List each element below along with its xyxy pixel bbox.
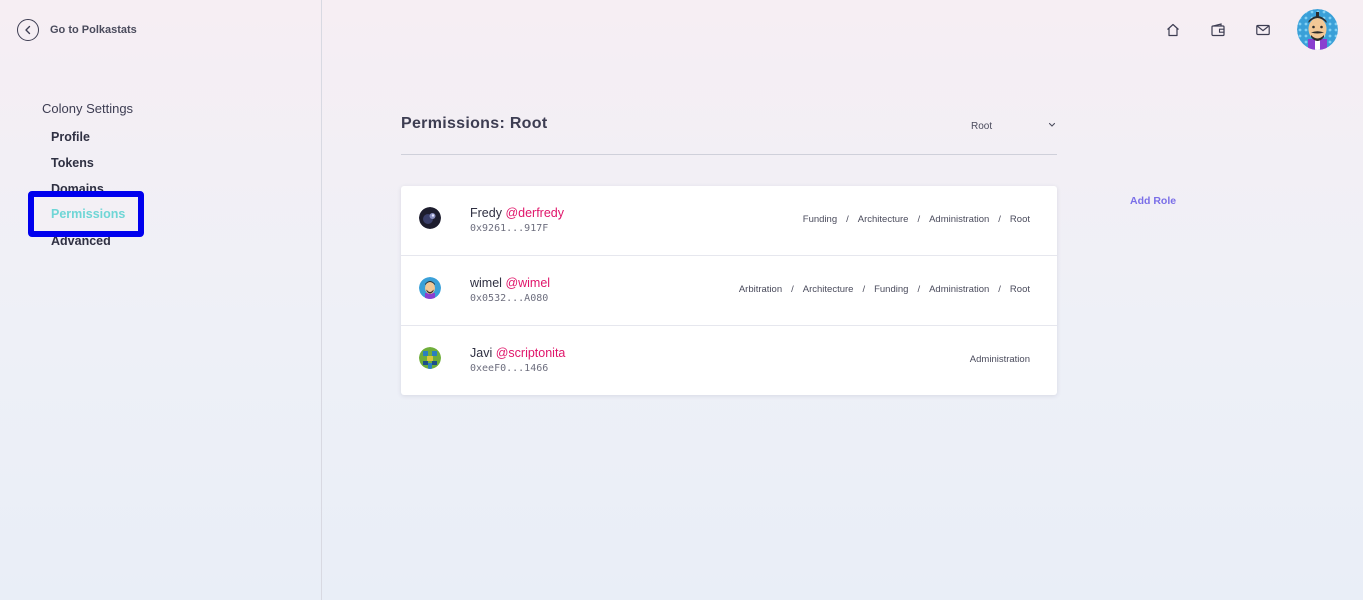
role-label: Administration — [969, 354, 1030, 365]
role-label: Root — [1009, 214, 1030, 225]
user-display-name: Fredy — [470, 206, 502, 220]
permissions-user-list: Fredy @derfredy 0x9261...917F Funding / … — [401, 186, 1057, 395]
domain-select[interactable]: Root — [971, 118, 1057, 134]
user-avatar-wimel — [419, 277, 441, 299]
domain-select-value: Root — [971, 120, 993, 132]
user-roles: Arbitration / Architecture / Funding / A… — [739, 284, 1030, 295]
wallet-icon[interactable] — [1209, 21, 1227, 39]
title-divider — [401, 154, 1057, 155]
role-label: Administration — [929, 284, 990, 295]
nav-item-profile[interactable]: Profile — [51, 129, 125, 155]
nav-item-tokens[interactable]: Tokens — [51, 155, 125, 181]
back-arrow-icon — [17, 19, 39, 41]
role-separator: / — [998, 284, 1001, 295]
user-row-wimel[interactable]: wimel @wimel 0x0532...A080 Arbitration /… — [401, 256, 1057, 326]
user-row-fredy[interactable]: Fredy @derfredy 0x9261...917F Funding / … — [401, 186, 1057, 256]
user-handle[interactable]: @scriptonita — [496, 346, 566, 360]
back-link-label: Go to Polkastats — [50, 24, 137, 36]
colony-settings-heading: Colony Settings — [42, 101, 134, 116]
sidebar: Go to Polkastats Colony Settings Profile… — [0, 0, 322, 600]
user-roles: Funding / Architecture / Administration … — [803, 214, 1030, 225]
role-separator: / — [791, 284, 794, 295]
user-name-line: wimel @wimel — [470, 276, 550, 290]
role-separator: / — [917, 214, 921, 225]
home-icon[interactable] — [1164, 21, 1182, 39]
role-label: Architecture — [857, 214, 909, 225]
chevron-down-icon — [1047, 117, 1057, 135]
user-name-line: Javi @scriptonita — [470, 346, 565, 360]
user-display-name: wimel — [470, 276, 502, 290]
role-separator: / — [998, 214, 1001, 225]
user-address: 0xeeF0...1466 — [470, 363, 549, 374]
role-label: Funding — [874, 284, 909, 295]
user-avatar-javi — [419, 347, 441, 369]
add-role-button[interactable]: Add Role — [1130, 195, 1176, 207]
user-handle[interactable]: @derfredy — [505, 206, 564, 220]
role-label: Root — [1009, 284, 1030, 295]
user-display-name: Javi — [470, 346, 493, 360]
role-label: Architecture — [802, 284, 854, 295]
user-name-line: Fredy @derfredy — [470, 206, 564, 220]
role-label: Arbitration — [738, 284, 783, 295]
user-address: 0x0532...A080 — [470, 293, 549, 304]
role-separator: / — [862, 284, 866, 295]
user-roles: Administration — [970, 354, 1030, 365]
role-label: Funding — [802, 214, 838, 225]
user-avatar-fredy — [419, 207, 441, 229]
user-avatar[interactable] — [1297, 9, 1338, 50]
user-handle[interactable]: @wimel — [505, 276, 550, 290]
role-separator: / — [917, 284, 921, 295]
back-to-colony-link[interactable]: Go to Polkastats — [17, 19, 137, 41]
permissions-highlight-box[interactable]: Permissions — [28, 191, 144, 237]
highlighted-permissions-label: Permissions — [51, 207, 126, 221]
role-label: Administration — [929, 214, 990, 225]
page-title: Permissions: Root — [401, 115, 548, 132]
role-separator: / — [846, 214, 849, 225]
user-row-javi[interactable]: Javi @scriptonita 0xeeF0...1466 Administ… — [401, 326, 1057, 395]
inbox-icon[interactable] — [1254, 21, 1272, 39]
user-address: 0x9261...917F — [470, 223, 549, 234]
